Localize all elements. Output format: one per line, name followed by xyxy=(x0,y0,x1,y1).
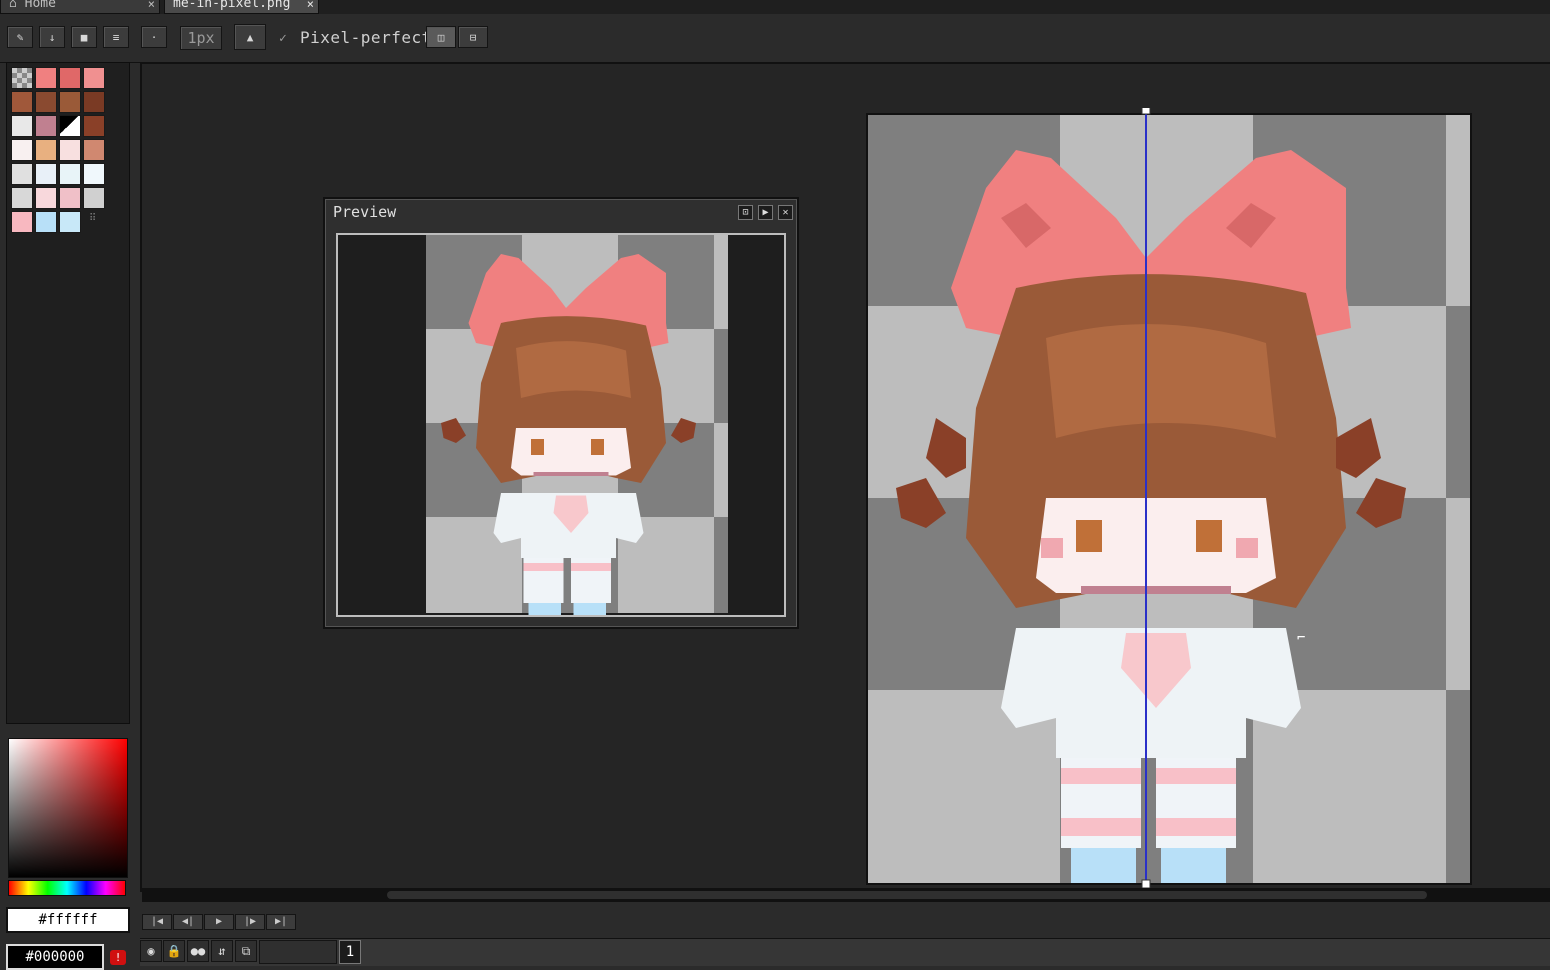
symmetry-handle-bottom[interactable] xyxy=(1141,879,1151,888)
symmetry-horizontal-icon[interactable]: ⊟ xyxy=(458,26,488,48)
prev-frame-icon[interactable]: ◀| xyxy=(173,914,203,930)
tab-bar: ⌂ Home × me-in-pixel.png × xyxy=(0,0,1550,14)
arrow-icon[interactable]: ↓ xyxy=(39,26,65,48)
tab-file[interactable]: me-in-pixel.png × xyxy=(164,0,319,14)
palette-swatch[interactable] xyxy=(11,67,33,89)
hue-slider[interactable] xyxy=(8,880,126,896)
fit-icon[interactable]: ⊡ xyxy=(738,205,753,220)
palette-swatch[interactable] xyxy=(59,163,81,185)
palette-swatch[interactable] xyxy=(83,163,105,185)
palette-swatch[interactable] xyxy=(35,187,57,209)
stamp-icon[interactable]: ▲ xyxy=(234,24,266,50)
tab-home-close-icon[interactable]: × xyxy=(148,0,155,10)
palette-swatch[interactable] xyxy=(59,187,81,209)
palette-swatch[interactable] xyxy=(11,163,33,185)
symmetry-handle-top[interactable] xyxy=(1141,108,1151,115)
palette-swatch[interactable] xyxy=(35,139,57,161)
tab-file-close-icon[interactable]: × xyxy=(307,0,314,10)
eye-icon[interactable]: ◉ xyxy=(140,940,162,962)
lock-icon[interactable]: 🔒 xyxy=(163,940,185,962)
palette-swatch[interactable] xyxy=(59,211,81,233)
frame-controls-bar xyxy=(140,910,1550,934)
square-brush-icon[interactable]: ■ xyxy=(71,26,97,48)
palette-panel: ⠿ xyxy=(6,62,130,724)
play-icon[interactable]: ▶ xyxy=(758,205,773,220)
brush-size-field[interactable]: 1px xyxy=(180,26,222,50)
layer-name-cell[interactable] xyxy=(259,940,337,964)
pencil-icon[interactable]: ✎ xyxy=(7,26,33,48)
tab-file-label: me-in-pixel.png xyxy=(173,0,291,11)
background-hex: #000000 xyxy=(25,949,85,965)
symmetry-vertical-icon[interactable]: ◫ xyxy=(426,26,456,48)
palette-swatch[interactable] xyxy=(35,91,57,113)
home-icon: ⌂ xyxy=(9,0,25,11)
palette-swatch[interactable] xyxy=(59,139,81,161)
frame-number-cell[interactable]: 1 xyxy=(339,940,361,964)
background-color-box[interactable]: #000000 xyxy=(6,944,104,970)
play-animation-icon[interactable]: ▶ xyxy=(204,914,234,930)
foreground-color-box[interactable]: #ffffff xyxy=(6,907,130,933)
sprite-canvas[interactable] xyxy=(866,108,1472,888)
link-icon[interactable]: ⇵ xyxy=(211,940,233,962)
palette-swatch[interactable] xyxy=(83,67,105,89)
dot-brush-icon[interactable]: · xyxy=(141,26,167,48)
foreground-hex: #ffffff xyxy=(38,912,98,928)
preview-title: Preview xyxy=(333,203,397,221)
layers-icon[interactable]: ⧉ xyxy=(235,940,257,962)
first-frame-icon[interactable]: |◀ xyxy=(142,914,172,930)
warning-icon[interactable]: ! xyxy=(110,950,126,965)
next-frame-icon[interactable]: |▶ xyxy=(235,914,265,930)
toolbar xyxy=(0,14,1550,63)
preview-sprite xyxy=(426,235,728,615)
palette-swatch[interactable] xyxy=(35,115,57,137)
horizontal-scroll-thumb[interactable] xyxy=(387,891,1427,899)
preview-window[interactable]: Preview ⊡ ▶ ✕ xyxy=(323,197,799,629)
palette-swatch[interactable] xyxy=(83,139,105,161)
palette-swatch[interactable] xyxy=(83,91,105,113)
palette-swatch[interactable] xyxy=(35,163,57,185)
onion-skin-icon[interactable]: ●● xyxy=(187,940,209,962)
pixel-perfect-label: Pixel-perfect xyxy=(300,28,432,47)
tab-home-label: Home xyxy=(24,0,56,11)
preview-viewport[interactable] xyxy=(336,233,786,617)
palette-swatch[interactable] xyxy=(59,115,81,137)
menu-icon[interactable]: ≡ xyxy=(103,26,129,48)
palette-swatch[interactable] xyxy=(35,211,57,233)
tab-home[interactable]: ⌂ Home × xyxy=(0,0,160,14)
palette-swatch[interactable] xyxy=(83,187,105,209)
horizontal-scrollbar[interactable] xyxy=(142,888,1550,902)
palette-swatch[interactable] xyxy=(83,115,105,137)
close-icon[interactable]: ✕ xyxy=(778,205,793,220)
palette-swatch[interactable] xyxy=(11,187,33,209)
palette-swatch[interactable] xyxy=(11,139,33,161)
cursor-icon: ⌐ xyxy=(1297,630,1306,646)
palette-swatch[interactable] xyxy=(59,67,81,89)
color-picker-field[interactable] xyxy=(8,738,128,878)
palette-swatch[interactable] xyxy=(11,91,33,113)
palette-swatch[interactable] xyxy=(59,91,81,113)
resize-grip-icon[interactable]: ⠿ xyxy=(89,213,96,224)
last-frame-icon[interactable]: ▶| xyxy=(266,914,296,930)
palette-swatch[interactable] xyxy=(11,115,33,137)
pixel-perfect-checkbox[interactable]: ✓ xyxy=(279,31,287,46)
palette-swatch[interactable] xyxy=(11,211,33,233)
palette-swatch[interactable] xyxy=(35,67,57,89)
